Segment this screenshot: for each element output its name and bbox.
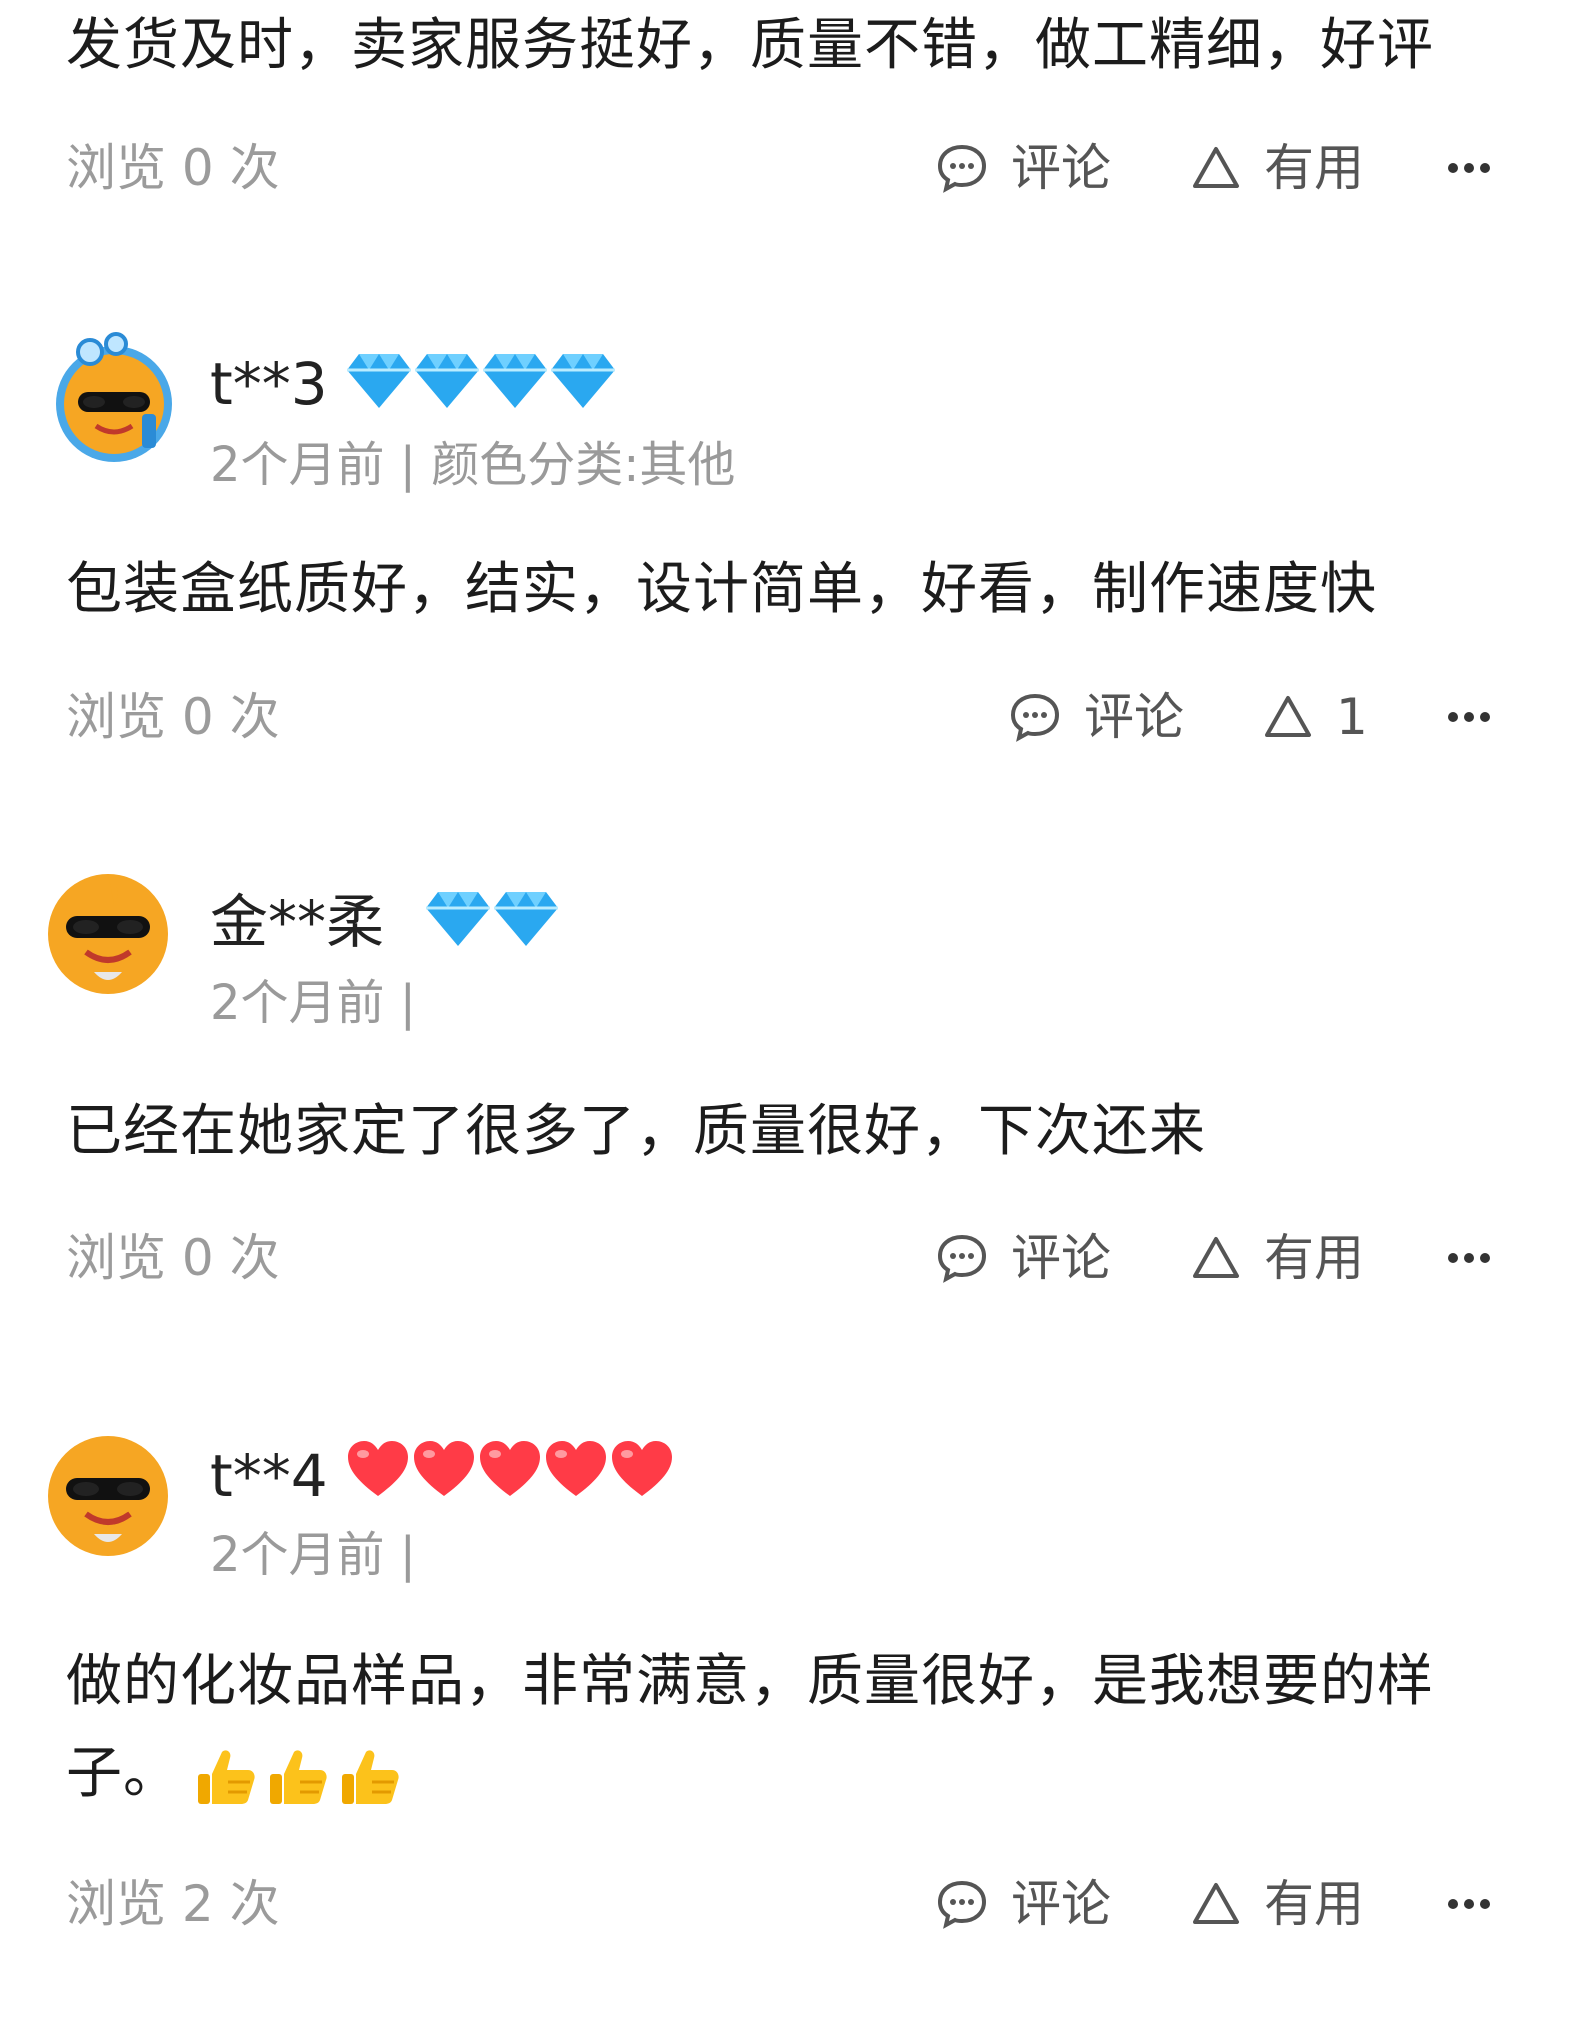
useful-button[interactable]: 1 bbox=[1262, 677, 1368, 757]
review-meta-row: 浏览 0 次 评论 1 bbox=[0, 677, 1581, 757]
more-options-icon[interactable] bbox=[1448, 128, 1490, 208]
heart-icon bbox=[612, 1441, 672, 1496]
thumbs-up-icon bbox=[198, 1750, 255, 1804]
diamond-icon bbox=[347, 354, 411, 408]
badge-row bbox=[345, 348, 617, 412]
review-text-line: 子。 bbox=[66, 1728, 1491, 1820]
more-options-icon[interactable] bbox=[1448, 1864, 1490, 1944]
review-text: 做的化妆品样品，非常满意，质量很好，是我想要的样 子。 bbox=[66, 1636, 1491, 1820]
useful-label: 有用 bbox=[1264, 1875, 1364, 1933]
badge-row bbox=[345, 1438, 675, 1500]
view-count: 浏览 2 次 bbox=[66, 1875, 280, 1933]
heart-icon bbox=[546, 1441, 606, 1496]
comment-button[interactable]: 评论 bbox=[1008, 677, 1184, 757]
comment-button[interactable]: 评论 bbox=[935, 1864, 1111, 1944]
thumbs-up-icon bbox=[270, 1750, 327, 1804]
review-text: 已经在她家定了很多了，质量很好，下次还来 bbox=[66, 1099, 1206, 1164]
avatar[interactable] bbox=[44, 330, 172, 462]
comment-bubble-icon bbox=[1008, 690, 1062, 744]
username: t**4 bbox=[210, 1442, 328, 1510]
comment-bubble-icon bbox=[935, 141, 989, 195]
review-meta-row: 浏览 0 次 评论 有用 bbox=[0, 128, 1581, 208]
triangle-up-icon bbox=[1190, 1232, 1242, 1284]
review-text: 发货及时，卖家服务挺好，质量不错，做工精细，好评 bbox=[66, 13, 1434, 78]
heart-icon bbox=[414, 1441, 474, 1496]
view-count: 浏览 0 次 bbox=[66, 688, 280, 746]
review-text-line: 做的化妆品样品，非常满意，质量很好，是我想要的样 bbox=[66, 1649, 1434, 1714]
view-count: 浏览 0 次 bbox=[66, 1229, 280, 1287]
comment-label: 评论 bbox=[1011, 139, 1111, 197]
comment-button[interactable]: 评论 bbox=[935, 128, 1111, 208]
more-options-icon[interactable] bbox=[1448, 677, 1490, 757]
username: t**3 bbox=[210, 350, 328, 418]
comment-label: 评论 bbox=[1011, 1229, 1111, 1287]
badge-row bbox=[424, 886, 560, 950]
comment-label: 评论 bbox=[1011, 1875, 1111, 1933]
triangle-up-icon bbox=[1262, 691, 1314, 743]
diamond-icon bbox=[551, 354, 615, 408]
view-count: 浏览 0 次 bbox=[66, 139, 280, 197]
triangle-up-icon bbox=[1190, 142, 1242, 194]
comment-button[interactable]: 评论 bbox=[935, 1218, 1111, 1298]
review-date-subtitle: 2个月前 | 颜色分类:其他 bbox=[210, 437, 736, 493]
heart-icon bbox=[480, 1441, 540, 1496]
comment-bubble-icon bbox=[935, 1231, 989, 1285]
review-meta-row: 浏览 2 次 评论 有用 bbox=[0, 1864, 1581, 1944]
useful-count: 1 bbox=[1336, 688, 1368, 746]
avatar[interactable] bbox=[44, 870, 172, 998]
diamond-icon bbox=[415, 354, 479, 408]
useful-button[interactable]: 有用 bbox=[1190, 128, 1364, 208]
triangle-up-icon bbox=[1190, 1878, 1242, 1930]
diamond-icon bbox=[494, 892, 558, 946]
comment-bubble-icon bbox=[935, 1877, 989, 1931]
emoji-row bbox=[192, 1744, 402, 1810]
useful-label: 有用 bbox=[1264, 139, 1364, 197]
review-date-subtitle: 2个月前 | bbox=[210, 1527, 416, 1583]
useful-button[interactable]: 有用 bbox=[1190, 1864, 1364, 1944]
comment-label: 评论 bbox=[1084, 688, 1184, 746]
heart-icon bbox=[348, 1441, 408, 1496]
username: 金**柔 bbox=[210, 888, 385, 956]
diamond-icon bbox=[483, 354, 547, 408]
review-meta-row: 浏览 0 次 评论 有用 bbox=[0, 1218, 1581, 1298]
more-options-icon[interactable] bbox=[1448, 1218, 1490, 1298]
useful-label: 有用 bbox=[1264, 1229, 1364, 1287]
review-text: 包装盒纸质好，结实，设计简单，好看，制作速度快 bbox=[66, 557, 1377, 622]
avatar[interactable] bbox=[44, 1432, 172, 1560]
review-text-end: 子。 bbox=[66, 1741, 180, 1806]
useful-button[interactable]: 有用 bbox=[1190, 1218, 1364, 1298]
review-date-subtitle: 2个月前 | bbox=[210, 975, 416, 1031]
diamond-icon bbox=[426, 892, 490, 946]
thumbs-up-icon bbox=[342, 1750, 399, 1804]
